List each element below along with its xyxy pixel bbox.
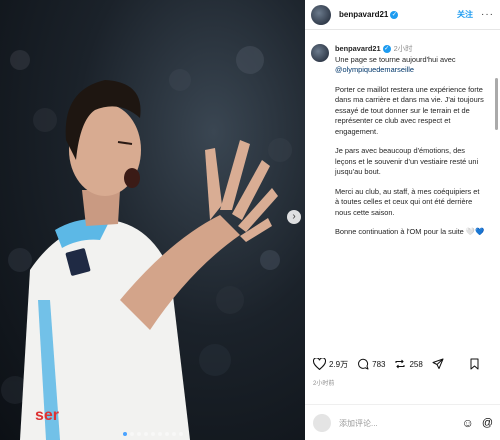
carousel-dot	[143, 432, 148, 436]
share-button[interactable]	[432, 358, 447, 370]
carousel-dot	[157, 432, 162, 436]
send-icon	[432, 358, 444, 369]
avatar[interactable]	[311, 4, 331, 25]
scrollbar[interactable]	[495, 78, 498, 130]
verified-badge-icon: ✓	[390, 10, 399, 19]
mention-link[interactable]: @olympiquedemarseille	[335, 65, 414, 74]
carousel-dot	[178, 432, 183, 436]
caption-time: 2小时	[393, 44, 413, 53]
player-photo: ser	[1, 46, 292, 440]
next-slide-button[interactable]: ›	[287, 210, 301, 224]
action-bar: 2.9万 783 258	[305, 352, 500, 376]
save-button[interactable]	[469, 358, 483, 370]
like-count: 2.9万	[329, 359, 349, 369]
post-image[interactable]: ser ›	[0, 0, 305, 440]
at-mention-icon[interactable]: @	[482, 417, 493, 429]
repost-count: 258	[409, 359, 423, 369]
post-header: benpavard21 ✓ 关注 ···	[305, 0, 500, 30]
comment-input[interactable]	[339, 418, 459, 428]
carousel-dot	[164, 432, 169, 436]
verified-badge-icon: ✓	[382, 45, 391, 54]
comment-bar: ☺ @	[313, 410, 493, 436]
ellipsis-icon[interactable]: ···	[481, 9, 494, 20]
caption-paragraph: Bonne continuation à l'OM pour la suite …	[335, 227, 485, 236]
bookmark-icon	[470, 358, 479, 370]
emoji-icon[interactable]: ☺	[462, 416, 474, 430]
avatar[interactable]	[311, 44, 329, 62]
post-caption: benpavard21 ✓ 2小时 Une page se tourne aujou…	[335, 44, 485, 247]
heart-icon	[313, 358, 326, 370]
caption-line: Une page se tourne aujourd'hui avec	[335, 54, 456, 64]
repost-button[interactable]: 258	[394, 358, 423, 370]
follow-button[interactable]: 关注	[457, 9, 473, 20]
post-caption-area[interactable]: benpavard21 ✓ 2小时 Une page se tourne aujou…	[305, 30, 500, 348]
comment-icon	[358, 358, 369, 370]
carousel-dot	[136, 432, 141, 436]
header-username[interactable]: benpavard21	[339, 10, 388, 19]
caption-paragraph: Je pars avec beaucoup d'émotions, des le…	[335, 146, 479, 176]
carousel-dot	[171, 432, 176, 436]
repost-icon	[395, 359, 405, 369]
carousel-indicator	[0, 432, 305, 436]
carousel-dot	[129, 432, 134, 436]
avatar	[313, 414, 331, 432]
caption-paragraph: Merci au club, au staff, à mes coéquipie…	[335, 186, 480, 217]
caption-paragraph: Porter ce maillot restera une expérience…	[335, 84, 484, 136]
caption-username[interactable]: benpavard21	[335, 44, 381, 53]
divider	[305, 404, 500, 405]
comment-button[interactable]: 783	[357, 358, 385, 370]
post-panel: benpavard21 ✓ 关注 ··· benpavard21 ✓ 2小时 Une…	[305, 0, 500, 440]
post-timestamp: 2小时前	[313, 381, 335, 387]
carousel-dot	[122, 432, 127, 436]
like-button[interactable]: 2.9万	[313, 358, 348, 370]
carousel-dot	[150, 432, 155, 436]
comment-count: 783	[372, 359, 386, 369]
svg-text:ser: ser	[35, 407, 59, 424]
